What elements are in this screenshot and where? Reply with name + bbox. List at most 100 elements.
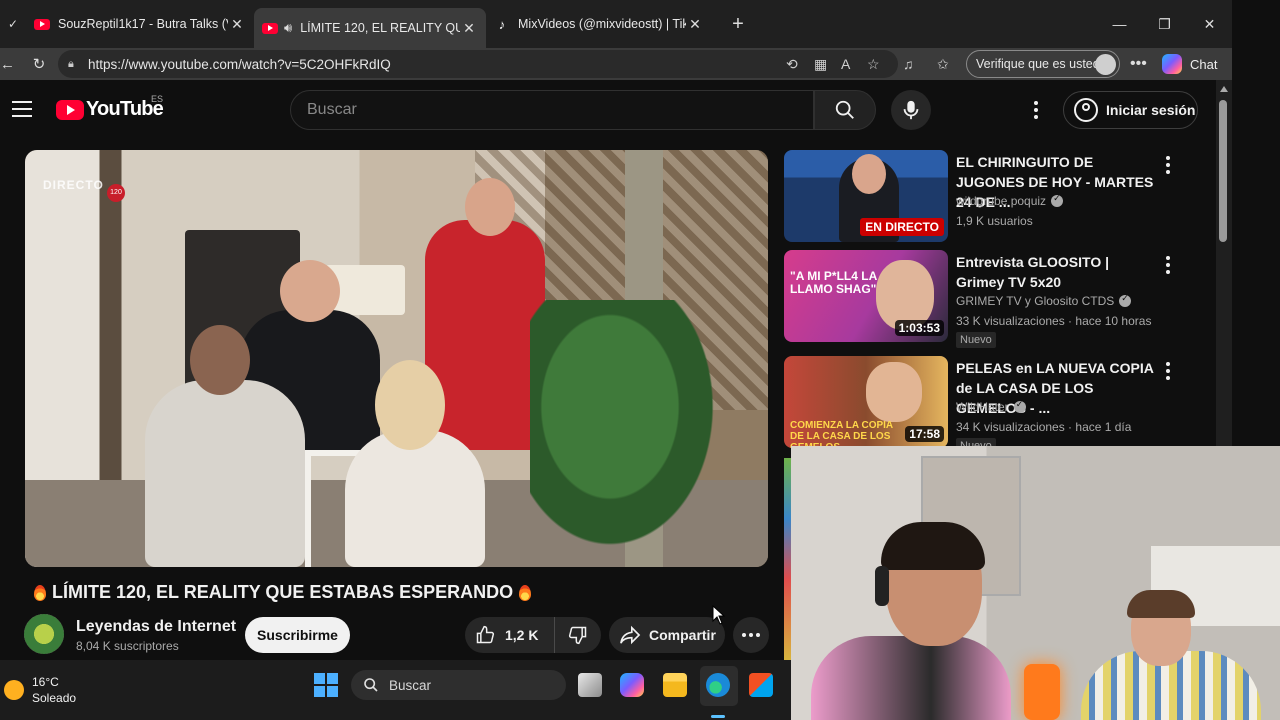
video-thumbnail[interactable]: EN DIRECTO xyxy=(784,150,948,242)
lock-icon[interactable]: 🔒︎ xyxy=(68,58,88,71)
scrollbar-thumb[interactable] xyxy=(1219,100,1227,242)
recommended-video[interactable]: "A MI P*LL4 LA LLAMO SHAG" 1:03:53 Entre… xyxy=(784,250,1184,348)
close-tab-icon[interactable]: ✕ xyxy=(460,20,478,37)
recommendation-channel[interactable]: WildHater xyxy=(956,399,1026,414)
verified-icon xyxy=(1051,193,1064,207)
recommendation-menu-icon[interactable] xyxy=(1166,362,1170,380)
recommendation-meta: 34 K visualizaciones · hace 1 día xyxy=(956,420,1132,434)
search-input[interactable]: Buscar xyxy=(290,90,814,130)
minimize-icon[interactable]: — xyxy=(1097,0,1142,48)
channel-label: GRIMEY TV y Gloosito CTDS xyxy=(956,294,1115,308)
webcam-frame-detail xyxy=(811,636,1011,720)
fire-emoji-icon xyxy=(34,584,46,601)
recommendation-title[interactable]: Entrevista GLOOSITO | Grimey TV 5x20 xyxy=(956,252,1156,292)
dislike-button[interactable] xyxy=(555,625,601,645)
microsoft-store-icon[interactable] xyxy=(749,673,773,697)
channel-avatar[interactable] xyxy=(24,614,64,654)
share-arrow-icon xyxy=(620,625,641,645)
browser-menu-icon[interactable]: ••• xyxy=(1130,48,1147,80)
apps-icon[interactable]: ▦ xyxy=(814,50,827,78)
tab-tiktok[interactable]: ♪ MixVideos (@mixvideostt) | TikTok ✕ xyxy=(486,6,712,42)
weather-widget[interactable]: 16°C Soleado xyxy=(4,674,76,706)
profile-verify-button[interactable]: Verifique que es usted xyxy=(966,50,1120,78)
new-tab-icon[interactable]: + xyxy=(720,13,756,36)
tab-title: MixVideos (@mixvideostt) | TikTok xyxy=(518,17,686,31)
temperature: 16°C xyxy=(32,675,59,689)
recommendation-channel[interactable]: wildgrube poquiz xyxy=(956,193,1064,208)
taskbar-search-label: Buscar xyxy=(389,677,432,693)
tab-list-chevron-icon[interactable]: ✓ xyxy=(0,0,26,48)
video-frame-detail xyxy=(190,325,250,395)
subscriber-count: 8,04 K suscriptores xyxy=(76,639,179,653)
windows-taskbar: 16°C Soleado Buscar xyxy=(0,660,791,720)
close-window-icon[interactable]: ✕ xyxy=(1187,0,1232,48)
video-thumbnail[interactable]: COMIENZA LA COPIA DE LA CASA DE LOS GEME… xyxy=(784,356,948,448)
taskbar-search[interactable]: Buscar xyxy=(351,670,566,700)
channel-name[interactable]: Leyendas de Internet xyxy=(76,618,236,636)
voice-search-button[interactable] xyxy=(891,90,931,130)
sign-in-button[interactable]: Iniciar sesión xyxy=(1063,91,1198,129)
windows-start-icon[interactable] xyxy=(314,673,338,697)
recommendation-menu-icon[interactable] xyxy=(1166,256,1170,274)
thumbnail-caption: "A MI P*LL4 LA LLAMO SHAG" xyxy=(790,269,877,296)
search-icon xyxy=(364,678,378,692)
youtube-icon xyxy=(34,18,50,30)
video-frame-detail xyxy=(280,260,340,322)
edge-browser-icon[interactable] xyxy=(706,673,730,697)
browser-toolbar: ← ↻ 🔒︎ https://www.youtube.com/watch?v=5… xyxy=(0,48,1232,80)
thumbs-up-icon xyxy=(476,625,495,644)
screen: ✓ SouzReptil1k17 - Butra Talks (Vide ✕ 🔊… xyxy=(0,0,1280,720)
window-controls: — ❐ ✕ xyxy=(1097,0,1232,48)
recommended-video[interactable]: COMIENZA LA COPIA DE LA CASA DE LOS GEME… xyxy=(784,356,1184,454)
video-frame-detail xyxy=(375,360,445,450)
task-view-icon[interactable] xyxy=(578,673,602,697)
webcam-frame-detail xyxy=(1127,590,1195,618)
address-bar[interactable]: 🔒︎ https://www.youtube.com/watch?v=5C2OH… xyxy=(58,50,898,78)
copilot-chat-button[interactable]: Chat xyxy=(1162,50,1228,78)
scroll-up-icon[interactable] xyxy=(1220,86,1228,92)
menu-icon[interactable] xyxy=(12,101,32,122)
close-tab-icon[interactable]: ✕ xyxy=(228,16,246,33)
favorite-star-icon[interactable]: ☆ xyxy=(867,50,880,78)
refresh-icon[interactable]: ↻ xyxy=(24,55,54,73)
file-explorer-icon[interactable] xyxy=(663,673,687,697)
subscribe-button[interactable]: Suscribirme xyxy=(245,617,350,653)
share-button[interactable]: Compartir xyxy=(609,617,725,653)
youtube-logo[interactable]: YouTube ES xyxy=(56,94,164,121)
sign-in-label: Iniciar sesión xyxy=(1106,102,1196,118)
favorites-icon[interactable]: ✩ xyxy=(937,50,949,78)
browser-tab-strip: ✓ SouzReptil1k17 - Butra Talks (Vide ✕ 🔊… xyxy=(0,0,1232,48)
back-icon[interactable]: ← xyxy=(0,56,15,73)
recommendation-menu-icon[interactable] xyxy=(1166,156,1170,174)
video-thumbnail[interactable]: "A MI P*LL4 LA LLAMO SHAG" 1:03:53 xyxy=(784,250,948,342)
read-aloud-icon[interactable]: A xyxy=(841,50,850,78)
tab-souzreptil[interactable]: SouzReptil1k17 - Butra Talks (Vide ✕ xyxy=(26,6,254,42)
thumbs-down-icon xyxy=(568,626,587,645)
share-label: Compartir xyxy=(649,627,716,643)
settings-more-icon[interactable] xyxy=(1026,98,1046,122)
copilot-icon[interactable] xyxy=(620,673,644,697)
webcam-overlay xyxy=(791,446,1280,720)
new-badge: Nuevo xyxy=(956,332,996,348)
close-tab-icon[interactable]: ✕ xyxy=(686,16,704,33)
translate-icon[interactable]: ⟲ xyxy=(786,50,798,78)
like-dislike-group: 1,2 K xyxy=(465,617,601,653)
video-player[interactable]: DIRECTO 120 xyxy=(25,150,768,567)
restore-icon[interactable]: ❐ xyxy=(1142,0,1187,48)
tab-limite-120[interactable]: 🔊︎ LÍMITE 120, EL REALITY QU ✕ xyxy=(254,8,486,48)
media-control-icon[interactable]: ♫ xyxy=(903,50,914,78)
more-actions-button[interactable] xyxy=(733,617,769,653)
recommended-video[interactable]: EN DIRECTO EL CHIRINGUITO DE JUGONES DE … xyxy=(784,150,1184,244)
recommendation-channel[interactable]: GRIMEY TV y Gloosito CTDS xyxy=(956,293,1132,308)
partially-hidden-thumbnail[interactable] xyxy=(784,458,791,660)
youtube-play-icon xyxy=(56,99,84,120)
account-icon xyxy=(1074,98,1098,122)
search-button[interactable] xyxy=(814,90,876,130)
mouse-cursor-icon xyxy=(712,605,726,625)
channel-label: wildgrube poquiz xyxy=(956,194,1047,208)
video-frame-detail xyxy=(345,430,485,567)
speaker-icon[interactable]: 🔊︎ xyxy=(284,20,292,36)
recommendation-meta: 33 K visualizaciones · hace 10 horas xyxy=(956,314,1152,328)
like-button[interactable]: 1,2 K xyxy=(465,617,555,653)
channel-label: WildHater xyxy=(956,400,1009,414)
